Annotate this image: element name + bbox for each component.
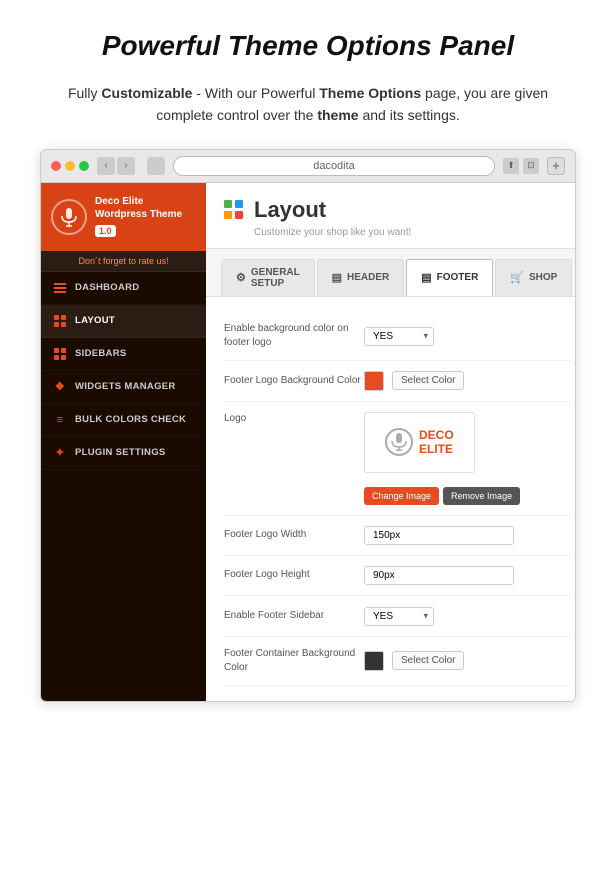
main-title: Powerful Theme Options Panel (40, 30, 576, 62)
form-row-logo: Logo (224, 402, 571, 516)
share-icon[interactable]: ⬆ (503, 158, 519, 174)
tab-shop-label: SHOP (529, 272, 557, 283)
browser-nav: ‹ › (97, 157, 135, 175)
remove-image-button[interactable]: Remove Image (443, 487, 520, 505)
sidebar-item-bulkcolors[interactable]: ≡ BULK COLORS CHECK (41, 404, 206, 437)
version-badge: 1.0 (95, 225, 116, 237)
admin-layout: Deco Elite Wordpress Theme 1.0 Don´t for… (41, 183, 575, 701)
logo-buttons: Change Image Remove Image (364, 487, 520, 505)
layout-header-icon (224, 200, 244, 220)
back-button[interactable]: ‹ (97, 157, 115, 175)
color-swatch-container[interactable] (364, 651, 384, 671)
control-bg-color: YES NO (364, 326, 571, 346)
label-logo-width: Footer Logo Width (224, 528, 364, 542)
control-logo-color: Select Color (364, 371, 571, 391)
preview-logo-icon (385, 428, 413, 456)
tab-header[interactable]: ▤ HEADER (317, 259, 405, 296)
input-logo-height[interactable] (364, 566, 514, 585)
tab-general-label: GENERAL SETUP (251, 267, 300, 289)
tab-shop[interactable]: 🛒 SHOP (495, 259, 572, 296)
form-row-container-color: Footer Container Background Color Select… (224, 637, 571, 686)
browser-bar: ‹ › dacodita ⬆ ⊡ + (41, 150, 575, 183)
minimize-dot (65, 161, 75, 171)
sidebar-item-dashboard[interactable]: DASHBOARD (41, 272, 206, 305)
tab-header-label: HEADER (347, 272, 389, 283)
select-color-button-logo[interactable]: Select Color (392, 371, 464, 390)
logo-preview: DECO ELITE (364, 412, 475, 473)
label-logo: Logo (224, 412, 364, 426)
form-row-logo-height: Footer Logo Height (224, 556, 571, 596)
logo-name: Deco Elite Wordpress Theme (95, 195, 182, 221)
sidebar-label-layout: LAYOUT (75, 315, 115, 326)
form-content: Enable background color on footer logo Y… (206, 297, 576, 701)
tab-footer-label: FOOTER (437, 272, 479, 283)
dashboard-icon (53, 281, 67, 295)
gear-icon: ⚙ (236, 271, 246, 284)
sidebars-icon (53, 347, 67, 361)
sidebar-menu: DASHBOARD LAYOUT SIDEBARS (41, 272, 206, 470)
footer-icon: ▤ (421, 271, 431, 284)
browser-action-icons: ⬆ ⊡ (503, 158, 539, 174)
sidebar-item-widgets[interactable]: ❖ WIDGETS MANAGER (41, 371, 206, 404)
control-logo-height (364, 566, 571, 585)
input-logo-width[interactable] (364, 526, 514, 545)
change-image-button[interactable]: Change Image (364, 487, 439, 505)
header-icon: ▤ (332, 271, 342, 284)
browser-mockup: ‹ › dacodita ⬆ ⊡ + (40, 149, 576, 702)
select-wrapper-bg-color[interactable]: YES NO (364, 326, 434, 346)
widget-icon: ❖ (53, 380, 67, 394)
tab-general-setup[interactable]: ⚙ GENERAL SETUP (221, 259, 315, 296)
sidebar-label-dashboard: DASHBOARD (75, 282, 139, 293)
tab-footer[interactable]: ▤ FOOTER (406, 259, 493, 296)
sidebar-label-plugin: PLUGIN SETTINGS (75, 447, 166, 458)
label-logo-height: Footer Logo Height (224, 568, 364, 582)
color-swatch-logo[interactable] (364, 371, 384, 391)
sidebar-item-layout[interactable]: LAYOUT (41, 305, 206, 338)
form-row-bg-color: Enable background color on footer logo Y… (224, 312, 571, 361)
preview-logo-text: DECO ELITE (419, 428, 454, 457)
sidebar-item-sidebars[interactable]: SIDEBARS (41, 338, 206, 371)
select-wrapper-footer-sidebar[interactable]: YES NO (364, 606, 434, 626)
control-container-color: Select Color (364, 651, 571, 671)
bookmark-icon[interactable]: ⊡ (523, 158, 539, 174)
content-title: Layout (254, 197, 326, 223)
select-bg-color[interactable]: YES NO (364, 327, 434, 346)
form-row-logo-width: Footer Logo Width (224, 516, 571, 556)
description: Fully Customizable - With our Powerful T… (40, 82, 576, 127)
sidebar-label-sidebars: SIDEBARS (75, 348, 127, 359)
forward-button[interactable]: › (117, 157, 135, 175)
browser-window-icon (147, 157, 165, 175)
control-logo-width (364, 526, 571, 545)
label-footer-sidebar: Enable Footer Sidebar (224, 609, 364, 623)
new-tab-button[interactable]: + (547, 157, 565, 175)
tabs-bar: ⚙ GENERAL SETUP ▤ HEADER ▤ FOOTER 🛒 SHOP (206, 249, 576, 297)
maximize-dot (79, 161, 89, 171)
url-bar[interactable]: dacodita (173, 156, 495, 176)
shop-icon: 🛒 (510, 271, 524, 284)
label-container-color: Footer Container Background Color (224, 647, 364, 675)
rate-us-text: Don´t forget to rate us! (41, 251, 206, 272)
control-footer-sidebar: YES NO (364, 606, 571, 626)
plug-icon: ✦ (53, 446, 67, 460)
sidebar: Deco Elite Wordpress Theme 1.0 Don´t for… (41, 183, 206, 701)
sidebar-logo: Deco Elite Wordpress Theme 1.0 (41, 183, 206, 251)
layout-icon (53, 314, 67, 328)
url-text: dacodita (313, 160, 355, 172)
select-color-button-container[interactable]: Select Color (392, 651, 464, 670)
browser-dots (51, 161, 89, 171)
sidebar-item-plugin[interactable]: ✦ PLUGIN SETTINGS (41, 437, 206, 470)
content-header: Layout Customize your shop like you want… (206, 183, 576, 249)
sidebar-label-bulkcolors: BULK COLORS CHECK (75, 414, 186, 425)
form-row-logo-color: Footer Logo Background Color Select Colo… (224, 361, 571, 402)
close-dot (51, 161, 61, 171)
form-row-footer-sidebar: Enable Footer Sidebar YES NO (224, 596, 571, 637)
label-bg-color: Enable background color on footer logo (224, 322, 364, 350)
main-content: Layout Customize your shop like you want… (206, 183, 576, 701)
content-subtitle: Customize your shop like you want! (254, 227, 571, 238)
label-logo-color: Footer Logo Background Color (224, 374, 364, 388)
logo-icon (51, 199, 87, 235)
sidebar-label-widgets: WIDGETS MANAGER (75, 381, 176, 392)
select-footer-sidebar[interactable]: YES NO (364, 607, 434, 626)
palette-icon: ≡ (53, 413, 67, 427)
